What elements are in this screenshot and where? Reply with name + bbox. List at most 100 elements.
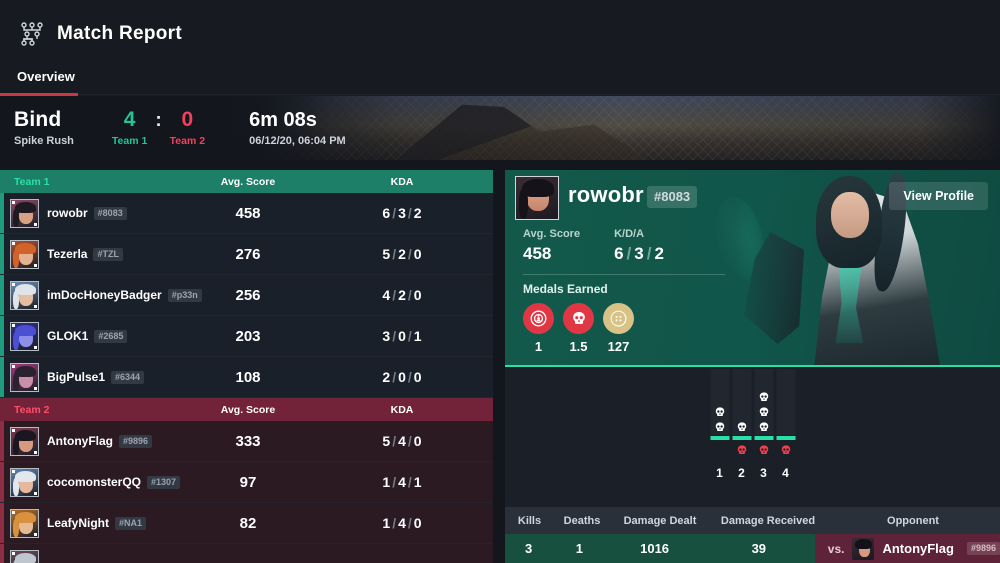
column-avg-score: Avg. Score [220, 403, 276, 416]
view-profile-button[interactable]: View Profile [889, 182, 988, 210]
tab-bar-rule [0, 94, 1000, 95]
profile-divider [523, 274, 725, 275]
player-kda: 1/4/1 [382, 474, 422, 490]
match-time-info: 6m 08s 06/12/20, 06:04 PM [249, 108, 346, 147]
player-name: LeafyNight #NA1 [47, 516, 147, 530]
death-skull-icon [759, 445, 768, 455]
player-avg-score: 333 [235, 432, 261, 450]
spike-plant-icon [523, 303, 554, 334]
score-summary: 4 Team 1 : 0 Team 2 [112, 107, 206, 148]
profile-player-name: rowobr [568, 182, 644, 207]
tab-overview[interactable]: Overview [15, 66, 77, 95]
row-accent-bar [0, 357, 4, 397]
pane-gap [493, 170, 505, 563]
team2-label: Team 2 [169, 135, 206, 148]
avatar [10, 240, 39, 269]
table-row[interactable]: LeafyNight #NA1 82 1/4/0 [0, 503, 493, 544]
deaths: 3 [398, 205, 406, 221]
assists: 2 [413, 205, 422, 221]
player-avg-score: 108 [235, 368, 261, 386]
table-row[interactable]: BigPulse1 #6344 108 2/0/0 [0, 357, 493, 398]
row-accent-bar [0, 193, 4, 233]
round-detail-header: Kills Deaths Damage Dealt Damage Receive… [505, 507, 1000, 534]
player-name: Tezerla #TZL [47, 247, 123, 261]
player-avg-score: 458 [235, 204, 261, 222]
game-mode: Spike Rush [14, 134, 74, 147]
page-title: Match Report [57, 23, 182, 44]
column-avg-score: Avg. Score [220, 175, 276, 188]
row-accent-bar [0, 421, 4, 461]
avatar [10, 550, 39, 563]
round-timeline: 1 2 3 4 [505, 369, 1000, 507]
match-report-page: Match Report Overview Bind Spike Rush 4 … [0, 0, 1000, 563]
kill-skull-icon [759, 392, 768, 402]
avatar [10, 322, 39, 351]
assists: 0 [413, 287, 422, 303]
opponent-name: AntonyFlag [882, 541, 954, 556]
team-name: Team 2 [14, 403, 50, 416]
round-column[interactable]: 1 [710, 369, 729, 480]
deaths: 2 [398, 246, 406, 262]
table-row[interactable]: rowobr #8083 458 6/3/2 [0, 193, 493, 234]
profile-kda: K/D/A 6/3/2 [614, 228, 664, 264]
avatar [10, 509, 39, 538]
assists: 0 [413, 433, 422, 449]
round-column[interactable]: 2 [732, 369, 751, 480]
match-banner: Bind Spike Rush 4 Team 1 : 0 Team 2 6m 0… [0, 96, 1000, 160]
player-name: GLOK1 #2685 [47, 329, 128, 343]
table-row[interactable]: cocomonsterQQ #1307 97 1/4/1 [0, 462, 493, 503]
avatar [10, 199, 39, 228]
assists: 1 [413, 328, 422, 344]
player-tag: #1307 [147, 476, 181, 489]
profile-kda-label: K/D/A [614, 228, 645, 240]
player-avg-score: 97 [239, 473, 257, 491]
player-kda: 5/4/0 [382, 433, 422, 449]
assists: 1 [413, 474, 422, 490]
deaths: 0 [398, 369, 406, 385]
round-kills [754, 369, 773, 435]
table-row[interactable]: Tezerla #TZL 276 5/2/0 [0, 234, 493, 275]
player-tag: #NA1 [115, 517, 147, 530]
table-row[interactable]: AntonyFlag #9896 333 5/4/0 [0, 421, 493, 462]
player-name: BigPulse1 #6344 [47, 370, 145, 384]
row-accent-bar [0, 275, 4, 315]
player-profile-card: rowobr #8083 View Profile Avg. Score 458… [505, 170, 1000, 367]
avatar [10, 281, 39, 310]
row-accent-bar [0, 544, 4, 563]
round-deaths [754, 440, 773, 464]
table-row[interactable]: GLOK1 #2685 203 3/0/1 [0, 316, 493, 357]
profile-assists: 2 [654, 244, 664, 263]
player-name: rowobr #8083 [47, 206, 127, 220]
player-name: cocomonsterQQ #1307 [47, 475, 181, 489]
team2-score-block: 0 Team 2 [169, 107, 206, 148]
row-accent-bar [0, 462, 4, 502]
assists: 0 [413, 515, 422, 531]
medal-value: 127 [607, 339, 630, 354]
avatar [10, 468, 39, 497]
table-row[interactable] [0, 544, 493, 563]
kill-skull-icon [737, 422, 746, 432]
assists: 0 [413, 369, 422, 385]
team-name: Team 1 [14, 175, 50, 188]
column-kda: KDA [390, 403, 414, 416]
match-duration: 6m 08s [249, 108, 317, 131]
scoreboard: Team 1 Avg. Score KDA rowobr #8083 458 6/3/2 Te… [0, 170, 493, 563]
player-detail-panel: rowobr #8083 View Profile Avg. Score 458… [505, 170, 1000, 563]
round-column[interactable]: 4 [776, 369, 795, 480]
team2-score: 0 [181, 107, 194, 131]
round-kills [776, 369, 795, 435]
medal-value: 1.5 [569, 339, 588, 354]
opponent-avatar [852, 537, 875, 560]
player-kda: 6/3/2 [382, 205, 422, 221]
medals-earned-label: Medals Earned [523, 282, 608, 296]
col-opponent: Opponent [887, 514, 939, 527]
column-kda: KDA [390, 175, 414, 188]
table-row[interactable]: imDocHoneyBadger #p33n 256 4/2/0 [0, 275, 493, 316]
profile-avg-score: Avg. Score 458 [523, 228, 580, 264]
round-column[interactable]: 3 [754, 369, 773, 480]
profile-kills: 6 [614, 244, 624, 263]
skull-icon [563, 303, 594, 334]
profile-stats: Avg. Score 458 K/D/A 6/3/2 [523, 228, 664, 264]
avatar [10, 363, 39, 392]
avatar [10, 427, 39, 456]
